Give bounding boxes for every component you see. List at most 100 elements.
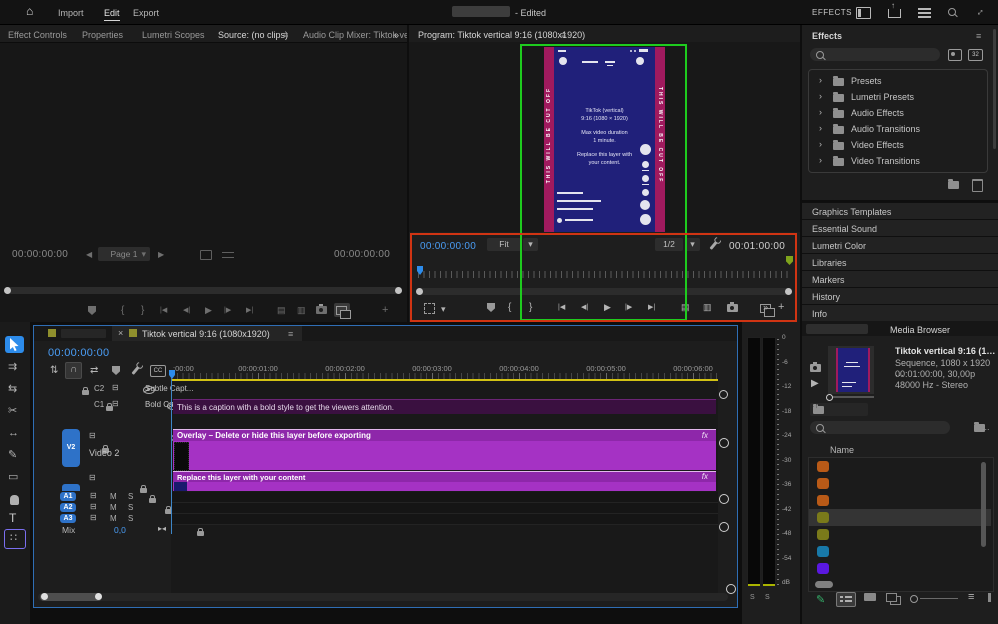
tree-item-video-effects[interactable]: › Video Effects (809, 138, 987, 154)
tab-media-browser[interactable]: Media Browser (890, 325, 950, 335)
tree-item-presets[interactable]: › Presets (809, 74, 987, 90)
active-sequence-tab[interactable]: × Tiktok vertical 9:16 (1080x1920) ≡ (112, 326, 302, 341)
media-search-input[interactable] (810, 421, 950, 434)
tree-item-lumetri-presets[interactable]: › Lumetri Presets (809, 90, 987, 106)
label-chip[interactable] (817, 546, 829, 557)
razor-tool[interactable]: ✂ (8, 406, 17, 417)
comparison-view-button[interactable] (334, 303, 350, 317)
safe-margins-chevron-icon[interactable]: ▾ (441, 305, 446, 314)
freeform-view-button[interactable] (886, 593, 897, 602)
clip-thumbnail[interactable] (828, 346, 874, 394)
panel-essential-sound[interactable]: Essential Sound (802, 219, 998, 236)
zoom-level-select[interactable]: Fit (487, 238, 521, 251)
tree-item-audio-transitions[interactable]: › Audio Transitions (809, 122, 987, 138)
menu-export[interactable]: Export (133, 8, 159, 18)
playback-resolution-chevron[interactable]: ▾ (685, 238, 700, 251)
program-step-forward-icon[interactable]: |▶ (625, 304, 632, 311)
panel-history[interactable]: History (802, 287, 998, 304)
panel-info[interactable]: Info (802, 304, 998, 321)
v2-track-name[interactable]: Video 2 (89, 448, 119, 458)
effects-search-input[interactable] (810, 48, 940, 61)
redacted-project-tab[interactable] (806, 324, 868, 334)
lift-icon[interactable]: ▤ (277, 306, 286, 315)
v1-track-badge[interactable] (62, 484, 80, 491)
c2-track-name[interactable]: Subtle Capt... (145, 384, 193, 393)
track-scrollbar-handle[interactable] (719, 390, 728, 399)
label-chip[interactable] (817, 529, 829, 540)
c2-sync-lock-icon[interactable]: ⊟ (112, 384, 119, 392)
step-back-icon[interactable]: ◀| (183, 307, 190, 314)
program-lift-icon[interactable]: ▤ (681, 303, 690, 312)
tab-audio-clip-mixer[interactable]: Audio Clip Mixer: Tiktok ve (303, 30, 407, 40)
hscroll-handle-left[interactable] (41, 593, 48, 600)
menu-edit[interactable]: Edit (104, 8, 120, 21)
timeline-hscroll-track[interactable] (38, 593, 728, 601)
object-selection-tool[interactable]: ∷ (4, 529, 26, 549)
zoom-slider-track[interactable] (920, 598, 958, 599)
media-options-ellipsis[interactable]: ... (982, 422, 990, 432)
track-scrollbar-handle[interactable] (719, 494, 729, 504)
a1-sync-lock-icon[interactable]: ⊟ (90, 492, 97, 500)
program-go-to-out-icon[interactable]: ▶| (648, 304, 655, 311)
label-chip[interactable] (817, 478, 829, 489)
source-scrollbar-handle-right[interactable] (395, 287, 402, 294)
step-forward-icon[interactable]: |▶ (224, 307, 231, 314)
panel-graphics-templates[interactable]: Graphics Templates (802, 202, 998, 219)
twirl-icon[interactable]: › (819, 92, 822, 101)
c1-sync-lock-icon[interactable]: ⊟ (112, 400, 119, 408)
button-editor-plus-icon[interactable]: + (382, 305, 388, 316)
menu-stack-icon[interactable] (918, 8, 931, 10)
rectangle-tool[interactable]: ▭ (8, 472, 18, 483)
timeline-add-marker-icon[interactable] (112, 366, 120, 375)
drag-video-icon[interactable] (200, 250, 212, 260)
mix-fit-icon[interactable]: ▸◂ (158, 525, 166, 533)
fullscreen-icon[interactable]: ↔ (973, 5, 987, 19)
sequence-marker-pin[interactable] (786, 256, 793, 265)
tab-overflow-icon[interactable]: » (394, 30, 399, 40)
ripple-edit-tool[interactable]: ⇆ (8, 384, 17, 395)
effects-scrollbar[interactable] (993, 29, 996, 149)
thumbnail-play-icon[interactable]: ▶ (811, 379, 819, 389)
panel-libraries[interactable]: Libraries (802, 253, 998, 270)
list-view-button[interactable] (836, 592, 856, 607)
program-button-overflow-icon[interactable]: » (763, 303, 768, 312)
program-extract-icon[interactable]: ▥ (703, 303, 712, 312)
label-chip[interactable] (817, 495, 829, 506)
close-tab-icon[interactable]: × (118, 329, 123, 338)
redacted-sequence-tab[interactable] (61, 329, 106, 338)
slip-tool[interactable]: ↔ (8, 428, 19, 439)
mark-out-icon[interactable]: } (141, 306, 144, 316)
track-scrollbar-handle[interactable] (726, 584, 736, 594)
twirl-icon[interactable]: › (819, 108, 822, 117)
mix-gain-value[interactable]: 0,0 (114, 525, 126, 535)
tab-effect-controls[interactable]: Effect Controls (8, 30, 67, 40)
nest-insert-icon[interactable]: ⇅ (50, 366, 58, 376)
timeline-settings-wrench-icon[interactable] (131, 366, 139, 375)
twirl-icon[interactable]: › (819, 156, 822, 165)
a2-solo-button[interactable]: S (128, 503, 133, 512)
zoom-level-chevron[interactable]: ▾ (523, 238, 538, 251)
program-go-to-in-icon[interactable]: |◀ (558, 304, 565, 311)
thumbnail-camera-icon[interactable] (810, 364, 821, 372)
name-column-header[interactable]: Name (830, 445, 854, 455)
mark-in-icon[interactable]: { (121, 306, 124, 316)
a3-track-badge[interactable]: A3 (60, 514, 76, 523)
workspaces-icon[interactable] (856, 7, 871, 19)
search-icon[interactable] (948, 8, 956, 16)
program-panel-menu-icon[interactable]: ≡ (561, 30, 566, 40)
meter-solo-left[interactable]: S (750, 594, 755, 601)
track-select-forward-tool[interactable]: ⇉ (8, 362, 17, 373)
page-selector[interactable]: Page 1 ▾ (98, 247, 150, 261)
label-chip[interactable] (817, 563, 829, 574)
a3-solo-button[interactable]: S (128, 514, 133, 523)
track-scrollbar-handle[interactable] (719, 522, 729, 532)
panel-lumetri-color[interactable]: Lumetri Color (802, 236, 998, 253)
page-back-icon[interactable]: ◀ (86, 251, 92, 259)
zoom-slider-handle[interactable] (910, 595, 918, 603)
thumbnail-scrub-handle[interactable] (826, 394, 833, 401)
go-to-in-icon[interactable]: |◀ (160, 307, 167, 314)
share-icon[interactable]: ↑ (888, 9, 901, 18)
program-scrollbar-handle-left[interactable] (416, 288, 423, 295)
program-add-marker-icon[interactable] (487, 303, 495, 312)
a1-lock-icon[interactable] (149, 498, 156, 503)
